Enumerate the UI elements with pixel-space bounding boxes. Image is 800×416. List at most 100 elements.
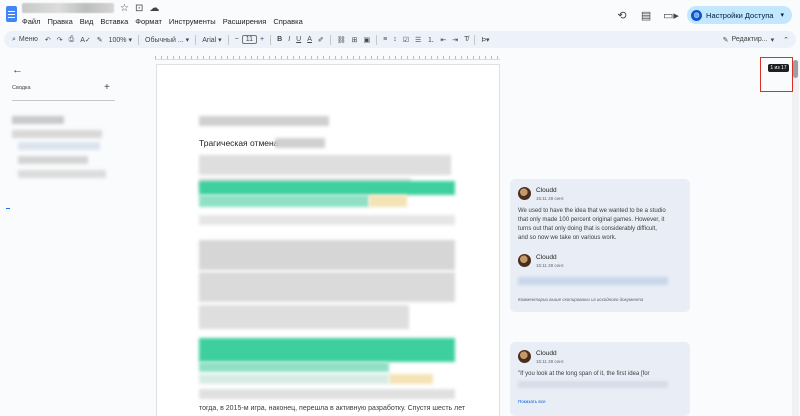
chevron-down-icon: ▾ xyxy=(770,36,775,44)
font-size-decrease[interactable]: − xyxy=(232,36,242,43)
menu-insert[interactable]: Вставка xyxy=(100,17,128,26)
comment-text-line: "If you look at the long span of it, the… xyxy=(518,371,650,377)
text-color-button[interactable]: A xyxy=(304,36,315,43)
outline-current-marker xyxy=(6,208,10,209)
comment-author: Cloudd xyxy=(536,254,557,261)
scrollbar-track[interactable] xyxy=(792,60,799,416)
toolbar-divider xyxy=(474,34,476,45)
document-body-text: тогда, в 2015-м игра, наконец, перешла в… xyxy=(199,405,466,412)
comment-text-line: and so now we take on various work. xyxy=(518,235,617,241)
redacted-comment-text xyxy=(518,381,668,388)
comment-icon[interactable]: ▤ xyxy=(639,9,653,22)
indent-increase-icon[interactable]: ⇥ xyxy=(449,36,461,44)
highlighted-text-green xyxy=(199,195,369,207)
add-summary-button[interactable]: + xyxy=(104,82,110,93)
menu-tools[interactable]: Инструменты xyxy=(169,17,216,26)
underline-button[interactable]: U xyxy=(293,36,304,43)
line-spacing-icon[interactable]: ↕ xyxy=(390,36,400,43)
redacted-text xyxy=(199,116,329,126)
comment-date: 15:11 28 сент. xyxy=(536,359,565,364)
avatar xyxy=(518,350,531,363)
outline-item-redacted[interactable] xyxy=(18,170,106,178)
zoom-select[interactable]: 100% ▾ xyxy=(106,36,135,44)
clear-formatting-icon[interactable]: T̸ xyxy=(461,36,471,43)
document-title-redacted[interactable] xyxy=(22,3,114,13)
document-page[interactable]: Трагическая отмена тогда, в 2015-м игра,… xyxy=(156,64,500,416)
scrollbar-thumb[interactable] xyxy=(793,60,798,78)
header-actions: ⟲ ▤ ▭▸ ◍ Настройки Доступа ▾ xyxy=(615,6,792,24)
back-arrow-icon[interactable]: ← xyxy=(12,64,23,76)
highlight-icon[interactable]: ✐ xyxy=(315,36,327,44)
star-icon[interactable]: ☆ xyxy=(120,3,129,14)
undo-icon[interactable]: ↶ xyxy=(42,36,54,44)
menu-edit[interactable]: Правка xyxy=(47,17,72,26)
paint-format-icon[interactable]: ✎ xyxy=(94,36,106,44)
avatar xyxy=(518,187,531,200)
share-button[interactable]: ◍ Настройки Доступа ▾ xyxy=(687,6,792,24)
formatting-toolbar: ⌕ Меню ↶ ↷ ⎙ A✓ ✎ 100% ▾ Обычный ... ▾ A… xyxy=(4,31,796,48)
bold-button[interactable]: B xyxy=(274,36,285,43)
menu-view[interactable]: Вид xyxy=(80,17,94,26)
comment-thread[interactable]: Cloudd 15:11 28 сент. We used to have th… xyxy=(510,179,690,312)
highlighted-text-green xyxy=(199,362,389,372)
align-icon[interactable]: ≡ xyxy=(380,36,390,43)
outline-item-redacted[interactable] xyxy=(12,116,64,124)
menu-search[interactable]: ⌕ Меню xyxy=(8,36,42,44)
video-icon[interactable]: ▭▸ xyxy=(663,9,679,22)
outline-item-redacted[interactable] xyxy=(12,130,102,138)
highlighted-text-yellow xyxy=(389,374,433,384)
highlighted-text-green xyxy=(199,374,389,384)
outline-item-redacted[interactable] xyxy=(18,156,88,164)
title-bar: ☆ ⊡ ☁ Файл Правка Вид Вставка Формат Инс… xyxy=(0,0,800,30)
spellcheck-icon[interactable]: A✓ xyxy=(77,36,94,44)
editing-mode-select[interactable]: ✎ Редактир... ▾ xyxy=(717,36,780,44)
outline-summary-label: Сводка xyxy=(12,85,31,91)
font-select[interactable]: Arial ▾ xyxy=(199,36,224,44)
collapse-toolbar-icon[interactable]: ⌃ xyxy=(780,36,792,44)
italic-button[interactable]: I xyxy=(285,36,293,43)
pencil-icon: ✎ xyxy=(722,36,729,44)
redacted-paragraph xyxy=(199,305,409,329)
show-all-link[interactable]: Показать все xyxy=(518,399,545,404)
image-icon[interactable]: ▣ xyxy=(361,36,374,44)
redacted-paragraph xyxy=(199,240,455,270)
comment-thread[interactable]: Cloudd 15:11 28 сент. "If you look at th… xyxy=(510,342,690,416)
docs-logo-icon[interactable] xyxy=(6,6,17,22)
comment-date: 15:11 28 сент. xyxy=(536,263,565,268)
comment-text-line: that only made 100 percent original game… xyxy=(518,217,665,223)
menu-file[interactable]: Файл xyxy=(22,17,40,26)
history-icon[interactable]: ⟲ xyxy=(615,9,629,22)
zoom-value: 100% xyxy=(108,36,127,44)
outline-item-redacted[interactable] xyxy=(18,142,100,150)
comment-copied-note: Комментарии выше скопированы из исходног… xyxy=(518,297,644,302)
checklist-icon[interactable]: ☑ xyxy=(400,36,412,44)
document-outline: ← Сводка + xyxy=(0,60,150,416)
menu-help[interactable]: Справка xyxy=(273,17,302,26)
bulleted-list-icon[interactable]: ☰ xyxy=(412,36,424,44)
indent-decrease-icon[interactable]: ⇤ xyxy=(437,36,449,44)
menu-bar: Файл Правка Вид Вставка Формат Инструмен… xyxy=(22,17,303,26)
style-select[interactable]: Обычный ... ▾ xyxy=(142,36,192,44)
comment-author: Cloudd xyxy=(536,350,557,357)
menu-search-label: Меню xyxy=(18,36,38,43)
menu-extensions[interactable]: Расширения xyxy=(223,17,267,26)
toolbar-divider xyxy=(227,34,229,45)
input-tools-icon[interactable]: Þ▾ xyxy=(478,36,492,44)
cloud-saved-icon[interactable]: ☁ xyxy=(149,3,159,14)
ruler[interactable] xyxy=(155,50,500,60)
add-comment-icon[interactable]: ⊞ xyxy=(349,36,361,44)
chevron-down-icon: ▾ xyxy=(780,12,784,19)
redo-icon[interactable]: ↷ xyxy=(54,36,66,44)
redacted-paragraph xyxy=(199,389,455,399)
font-size-increase[interactable]: + xyxy=(257,36,267,43)
font-size-input[interactable]: 11 xyxy=(241,35,258,44)
highlighted-text-yellow xyxy=(369,195,407,207)
link-icon[interactable]: ⛓ xyxy=(334,36,349,44)
numbered-list-icon[interactable]: ⒈ xyxy=(424,35,437,45)
redacted-text xyxy=(275,138,325,148)
redacted-paragraph xyxy=(199,272,455,302)
globe-icon: ◍ xyxy=(691,9,703,21)
menu-format[interactable]: Формат xyxy=(135,17,162,26)
move-to-folder-icon[interactable]: ⊡ xyxy=(135,3,143,14)
print-icon[interactable]: ⎙ xyxy=(66,36,78,44)
